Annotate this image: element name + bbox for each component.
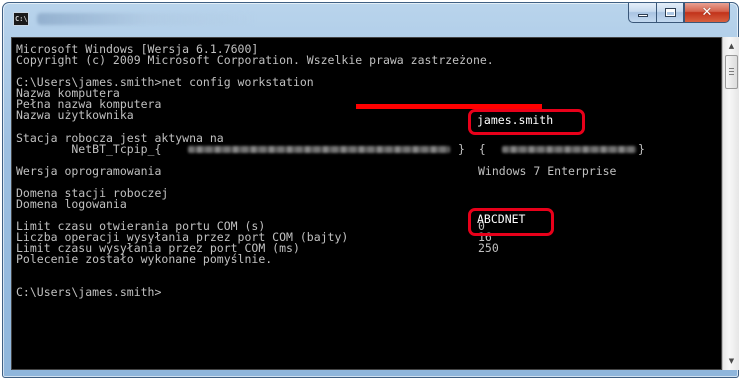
console-prompt: C:\Users\james.smith> bbox=[16, 285, 162, 299]
scrollbar-thumb[interactable] bbox=[725, 55, 738, 89]
maximize-icon bbox=[664, 8, 676, 17]
workstation-domain-value: ABCDNET bbox=[477, 212, 526, 226]
console-line: } { bbox=[458, 142, 486, 156]
close-button[interactable]: ✕ bbox=[684, 3, 730, 23]
redacted-adapter-guid bbox=[188, 146, 450, 153]
scroll-up-arrow-icon[interactable]: ▲ bbox=[724, 38, 739, 54]
redacted-adapter-mac bbox=[502, 146, 636, 153]
minimize-button[interactable] bbox=[628, 3, 656, 23]
grip-line bbox=[729, 68, 734, 69]
console-output[interactable]: Microsoft Windows [Wersja 6.1.7600] Copy… bbox=[11, 37, 722, 370]
title-bar[interactable]: C:\ ✕ bbox=[3, 3, 738, 37]
maximize-button[interactable] bbox=[656, 3, 684, 23]
scroll-down-arrow-icon[interactable]: ▼ bbox=[724, 353, 739, 369]
console-line: Wersja oprogramowania bbox=[16, 164, 162, 178]
close-icon: ✕ bbox=[701, 5, 713, 20]
com-send-timeout-value: 250 bbox=[478, 241, 499, 255]
minimize-icon bbox=[637, 14, 648, 17]
console-line: } bbox=[638, 142, 645, 156]
caption-buttons: ✕ bbox=[628, 3, 730, 23]
console-line: NetBT_Tcpip_{ bbox=[16, 142, 162, 156]
console-line: Copyright (c) 2009 Microsoft Corporation… bbox=[16, 53, 494, 67]
console-line: Nazwa użytkownika bbox=[16, 108, 134, 122]
domain-highlight: ABCDNET bbox=[468, 208, 554, 236]
grip-line bbox=[729, 74, 734, 75]
console-line: Polecenie zostało wykonane pomyślnie. bbox=[16, 252, 273, 266]
command-prompt-icon[interactable]: C:\ bbox=[13, 12, 29, 26]
console-line: Domena logowania bbox=[16, 197, 127, 211]
window-title-redacted bbox=[37, 13, 257, 25]
command-prompt-window: C:\ ✕ Microsoft Windows [Wersja 6.1.7600… bbox=[2, 2, 739, 378]
grip-line bbox=[729, 71, 734, 72]
software-version-value: Windows 7 Enterprise bbox=[478, 164, 617, 178]
vertical-scrollbar[interactable]: ▲ ▼ bbox=[722, 37, 739, 370]
user-name-value: james.smith bbox=[477, 113, 554, 127]
user-name-highlight: james.smith bbox=[468, 109, 585, 135]
